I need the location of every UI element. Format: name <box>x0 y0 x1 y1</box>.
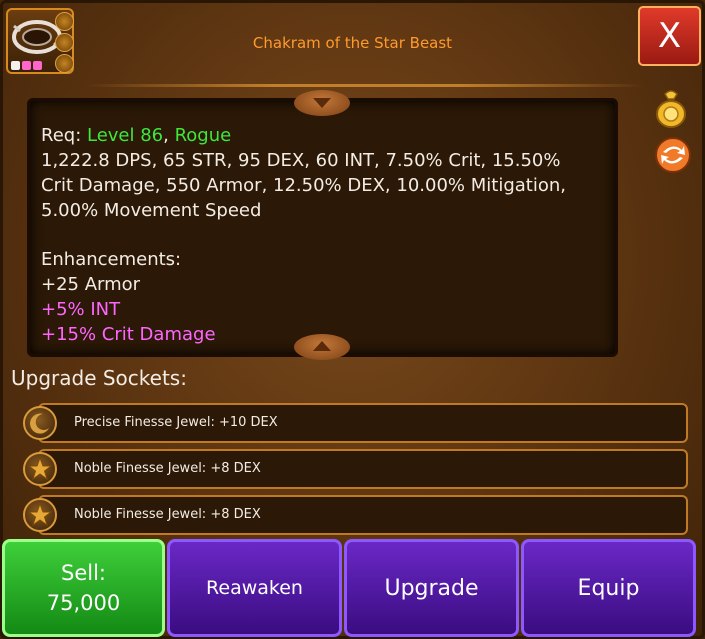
scroll-up-tab[interactable] <box>294 334 350 360</box>
moon-jewel-icon <box>30 413 49 434</box>
moon-jewel-icon <box>23 406 57 440</box>
item-title: Chakram of the Star Beast <box>252 34 453 52</box>
upgrade-button[interactable]: Upgrade <box>344 539 519 637</box>
req-level: Level 86 <box>86 125 164 146</box>
enhancement-line: +5% INT <box>41 299 121 320</box>
close-icon: X <box>657 16 682 56</box>
gold-bag-icon[interactable] <box>654 88 688 128</box>
req-separator: , <box>163 125 175 146</box>
socket-row[interactable]: Precise Finesse Jewel: +10 DEX <box>38 403 688 443</box>
star-jewel-icon <box>23 498 57 532</box>
star-jewel-icon <box>27 456 53 481</box>
scroll-down-tab[interactable] <box>294 90 350 116</box>
upgrade-label: Upgrade <box>384 575 479 601</box>
chevron-down-icon <box>313 98 331 108</box>
gem-indicator <box>11 61 20 70</box>
equip-button[interactable]: Equip <box>521 539 696 637</box>
star-jewel-icon <box>23 452 57 486</box>
equip-label: Equip <box>577 575 640 601</box>
enhancement-line: +25 Armor <box>41 274 141 295</box>
stat-line: 5.00% Movement Speed <box>41 200 262 221</box>
swap-arrows-icon[interactable] <box>654 136 692 174</box>
gem-indicators <box>11 61 42 70</box>
reawaken-label: Reawaken <box>206 577 303 599</box>
enhancement-slot <box>55 12 74 31</box>
socket-text: Noble Finesse Jewel: +8 DEX <box>74 507 261 522</box>
sockets-label: Upgrade Sockets: <box>11 366 187 390</box>
star-jewel-icon <box>27 502 53 527</box>
stats-panel[interactable]: Req: Level 86, Rogue 1,222.8 DPS, 65 STR… <box>27 98 618 357</box>
title-divider <box>86 84 645 87</box>
socket-text: Noble Finesse Jewel: +8 DEX <box>74 461 261 476</box>
gem-indicator <box>22 61 31 70</box>
socket-row[interactable]: Noble Finesse Jewel: +8 DEX <box>38 449 688 489</box>
gem-indicator <box>33 61 42 70</box>
reawaken-button[interactable]: Reawaken <box>167 539 342 637</box>
req-class: Rogue <box>174 125 232 146</box>
sell-label: Sell: <box>60 561 106 585</box>
enhancement-slot <box>55 54 74 73</box>
stats-text: Req: Level 86, Rogue 1,222.8 DPS, 65 STR… <box>41 123 605 347</box>
chevron-up-icon <box>313 341 331 351</box>
requirement-line: Req: Level 86, Rogue <box>41 123 605 148</box>
sell-button-content: Sell: 75,000 <box>47 558 120 618</box>
sell-price: 75,000 <box>46 591 121 615</box>
socket-row[interactable]: Noble Finesse Jewel: +8 DEX <box>38 495 688 535</box>
sell-button[interactable]: Sell: 75,000 <box>2 539 165 637</box>
socket-text: Precise Finesse Jewel: +10 DEX <box>74 415 278 430</box>
stat-line: 1,222.8 DPS, 65 STR, 95 DEX, 60 INT, 7.5… <box>41 150 561 171</box>
enhancements-header: Enhancements: <box>41 249 182 270</box>
close-button[interactable]: X <box>638 6 701 66</box>
req-prefix: Req: <box>41 125 87 146</box>
stat-line: Crit Damage, 550 Armor, 12.50% DEX, 10.0… <box>41 175 566 196</box>
